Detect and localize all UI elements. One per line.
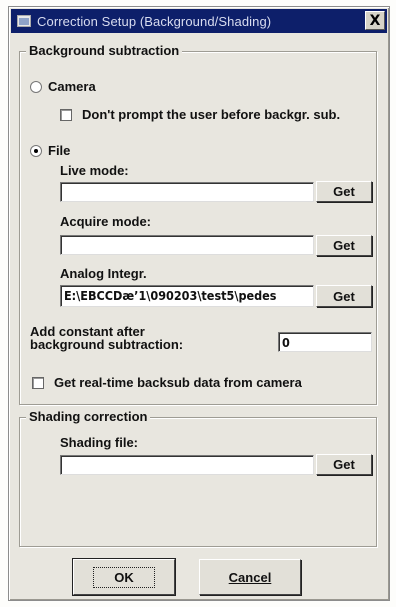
live-mode-field[interactable]: [60, 182, 314, 202]
dont-prompt-label[interactable]: Don't prompt the user before backgr. sub…: [82, 107, 340, 122]
shading-file-label: Shading file:: [60, 435, 138, 450]
dont-prompt-checkbox[interactable]: [60, 109, 72, 121]
title-bar[interactable]: Correction Setup (Background/Shading) X: [11, 9, 387, 33]
app-icon: [17, 14, 31, 28]
realtime-backsub-label[interactable]: Get real-time backsub data from camera: [54, 375, 302, 390]
add-constant-field[interactable]: 0: [278, 332, 372, 352]
correction-setup-dialog: Correction Setup (Background/Shading) X …: [8, 6, 390, 601]
get-label: Get: [333, 184, 355, 199]
live-mode-label: Live mode:: [60, 163, 129, 178]
close-button[interactable]: X: [365, 11, 385, 30]
file-radio[interactable]: [30, 145, 42, 157]
analog-integr-field[interactable]: E:\EBCCDæ’1\090203\test5\pedes: [60, 285, 314, 307]
cancel-label: Cancel: [228, 569, 272, 585]
get-label: Get: [333, 288, 355, 304]
background-subtraction-group: Background subtraction Camera Don't prom…: [19, 43, 377, 405]
acquire-mode-label: Acquire mode:: [60, 214, 152, 229]
shading-file-get-button[interactable]: Get: [316, 454, 372, 475]
background-subtraction-label: Background subtraction: [26, 43, 183, 58]
acquire-mode-get-button[interactable]: Get: [316, 235, 372, 256]
camera-label[interactable]: Camera: [48, 79, 96, 94]
camera-radio[interactable]: [30, 81, 42, 93]
acquire-mode-field[interactable]: [60, 235, 314, 255]
get-label: Get: [333, 457, 355, 472]
get-label: Get: [333, 238, 355, 253]
realtime-backsub-checkbox[interactable]: [32, 377, 44, 389]
close-icon: X: [369, 12, 381, 29]
analog-integr-label: Analog Integr.: [60, 266, 147, 281]
ok-label: OK: [93, 566, 155, 588]
window-title: Correction Setup (Background/Shading): [37, 13, 272, 29]
cancel-button[interactable]: Cancel: [199, 559, 301, 595]
analog-integr-get-button[interactable]: Get: [316, 285, 372, 307]
shading-file-field[interactable]: [60, 455, 314, 475]
shading-correction-group: Shading correction Shading file: Get: [19, 409, 377, 547]
live-mode-get-button[interactable]: Get: [316, 181, 372, 202]
file-label[interactable]: File: [48, 143, 70, 158]
radio-selected-dot: [34, 149, 38, 153]
add-constant-label-line2: background subtraction:: [30, 337, 184, 352]
shading-correction-label: Shading correction: [26, 409, 151, 424]
ok-button[interactable]: OK: [72, 558, 176, 596]
